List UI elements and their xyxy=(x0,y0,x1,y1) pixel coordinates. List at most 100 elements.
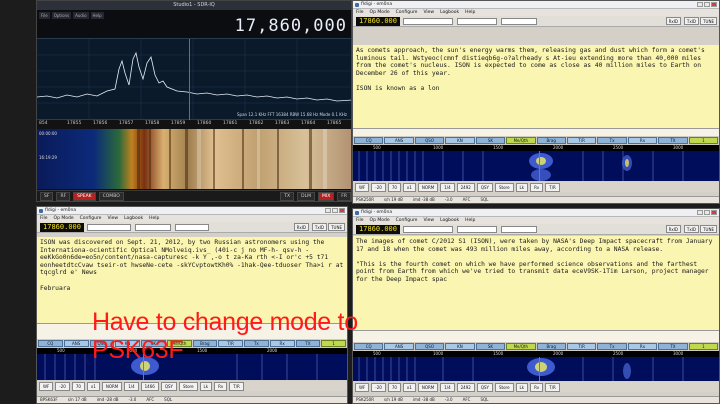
macro-button[interactable]: Rx xyxy=(627,137,658,144)
macro-button[interactable]: ANS xyxy=(384,137,414,144)
amp-span-field[interactable]: 70 xyxy=(387,182,401,192)
macro-button[interactable]: Rx xyxy=(627,343,658,350)
close-icon[interactable] xyxy=(711,210,717,215)
menu-file[interactable]: File xyxy=(40,215,48,222)
carrier-frequency-field[interactable]: 2492 xyxy=(456,382,475,392)
maximize-icon[interactable] xyxy=(704,210,710,215)
menu-configure[interactable]: Configure xyxy=(80,215,102,222)
close-icon[interactable] xyxy=(711,2,717,7)
menu-view[interactable]: View xyxy=(423,217,434,224)
txid-button[interactable]: TxID xyxy=(311,223,327,231)
menu-logbook[interactable]: Logbook xyxy=(440,9,459,16)
sdr-spectrum-display[interactable]: Span 12.1 KHz FFT 16384 RBW 15.68 Hz Mod… xyxy=(37,38,351,121)
txid-button[interactable]: TxID xyxy=(683,17,699,25)
frequency-display[interactable]: 17860.000 xyxy=(356,17,400,26)
carrier-frequency-field[interactable]: 2492 xyxy=(456,182,475,192)
rxid-button[interactable]: RxID xyxy=(293,223,309,231)
menu-file[interactable]: File xyxy=(356,217,364,224)
sdr-menu-item[interactable]: Options xyxy=(51,12,72,19)
rxid-button[interactable]: RxID xyxy=(665,225,681,233)
tune-button[interactable]: TUNE xyxy=(700,225,717,233)
wf-mode-button[interactable]: WF xyxy=(355,182,370,192)
macro-button[interactable]: CQ xyxy=(354,137,384,144)
log-field[interactable] xyxy=(403,226,453,233)
log-field[interactable] xyxy=(403,18,453,25)
qsy-button[interactable]: QSY xyxy=(476,382,493,392)
mode-indicator[interactable]: PSK250R xyxy=(356,197,374,203)
sdr-bottom-button[interactable]: DLM xyxy=(297,191,315,201)
sdr-bottom-button[interactable]: MIX xyxy=(317,191,335,201)
minimize-icon[interactable] xyxy=(697,210,703,215)
macro-button[interactable]: ANS xyxy=(384,343,414,350)
ref-level-field[interactable]: -20 xyxy=(55,381,70,391)
log-field[interactable] xyxy=(175,224,209,231)
menu-configure[interactable]: Configure xyxy=(396,217,418,224)
afc-toggle[interactable]: AFC xyxy=(463,397,471,403)
rate-button[interactable]: 1/4 xyxy=(440,182,455,192)
menu-view[interactable]: View xyxy=(107,215,118,222)
zoom-button[interactable]: x1 xyxy=(86,381,100,391)
sdr-menu-item[interactable]: Audio xyxy=(73,12,89,19)
macro-button[interactable]: T/R xyxy=(566,137,597,144)
txid-button[interactable]: TxID xyxy=(683,225,699,233)
macro-button[interactable]: SK xyxy=(475,137,506,144)
reverse-button[interactable]: Rv xyxy=(530,182,544,192)
reverse-button[interactable]: Rv xyxy=(214,381,228,391)
mode-indicator[interactable]: PSK250R xyxy=(356,397,374,403)
macro-button[interactable]: Brag xyxy=(536,137,566,144)
maximize-icon[interactable] xyxy=(704,2,710,7)
wf-mode-button[interactable]: WF xyxy=(355,382,370,392)
sdr-bottom-button[interactable]: TX xyxy=(280,191,295,201)
macro-button[interactable]: 1 xyxy=(688,137,719,144)
minimize-icon[interactable] xyxy=(697,2,703,7)
macro-button[interactable]: TX xyxy=(658,137,688,144)
sdr-frequency-display[interactable]: 17,860,000 xyxy=(235,16,347,36)
mode-indicator[interactable]: BPSK63F xyxy=(40,397,58,403)
macro-button[interactable]: T/R xyxy=(566,343,597,350)
zoom-button[interactable]: x1 xyxy=(402,382,416,392)
reverse-button[interactable]: Rv xyxy=(530,382,544,392)
carrier-frequency-field[interactable]: 1466 xyxy=(140,381,159,391)
rxid-button[interactable]: RxID xyxy=(665,17,681,25)
menu-help[interactable]: Help xyxy=(465,9,475,16)
lock-button[interactable]: Lk xyxy=(515,182,529,192)
sdr-bottom-button[interactable]: SF xyxy=(40,191,54,201)
wf-mode-button[interactable]: WF xyxy=(39,381,54,391)
tr-button[interactable]: T/R xyxy=(545,182,560,192)
tune-button[interactable]: TUNE xyxy=(700,17,717,25)
speed-button[interactable]: NORM xyxy=(101,381,123,391)
lock-button[interactable]: Lk xyxy=(515,382,529,392)
tr-button[interactable]: T/R xyxy=(229,381,244,391)
log-field[interactable] xyxy=(457,226,497,233)
store-button[interactable]: Store xyxy=(494,182,514,192)
tr-button[interactable]: T/R xyxy=(545,382,560,392)
macro-button[interactable]: SK xyxy=(475,343,506,350)
menu-view[interactable]: View xyxy=(423,9,434,16)
macro-button[interactable]: KN xyxy=(445,343,475,350)
sdr-waterfall[interactable]: 00:00:00 16:19:29 xyxy=(37,129,351,189)
tune-button[interactable]: TUNE xyxy=(328,223,345,231)
close-icon[interactable] xyxy=(339,208,345,213)
ref-level-field[interactable]: -20 xyxy=(371,182,386,192)
receive-text-pane[interactable]: As comets approach, the sun's energy war… xyxy=(353,45,719,128)
maximize-icon[interactable] xyxy=(332,208,338,213)
amp-span-field[interactable]: 70 xyxy=(387,382,401,392)
menu-configure[interactable]: Configure xyxy=(396,9,418,16)
store-button[interactable]: Store xyxy=(494,382,514,392)
sql-toggle[interactable]: SQL xyxy=(164,397,172,403)
store-button[interactable]: Store xyxy=(178,381,198,391)
menu-op-mode[interactable]: Op Mode xyxy=(370,9,390,16)
sdr-bottom-button[interactable]: FR xyxy=(337,191,351,201)
transmit-text-pane[interactable] xyxy=(353,330,719,342)
log-field[interactable] xyxy=(501,226,537,233)
ref-level-field[interactable]: -20 xyxy=(371,382,386,392)
macro-button[interactable]: Me/Qth xyxy=(506,137,536,144)
macro-button[interactable]: KN xyxy=(445,137,475,144)
macro-button[interactable]: Tx xyxy=(597,343,627,350)
macro-button[interactable]: TX xyxy=(658,343,688,350)
frequency-display[interactable]: 17860.000 xyxy=(40,223,84,232)
qsy-button[interactable]: QSY xyxy=(476,182,493,192)
menu-logbook[interactable]: Logbook xyxy=(124,215,143,222)
transmit-text-pane[interactable] xyxy=(353,128,719,136)
log-field[interactable] xyxy=(501,18,537,25)
